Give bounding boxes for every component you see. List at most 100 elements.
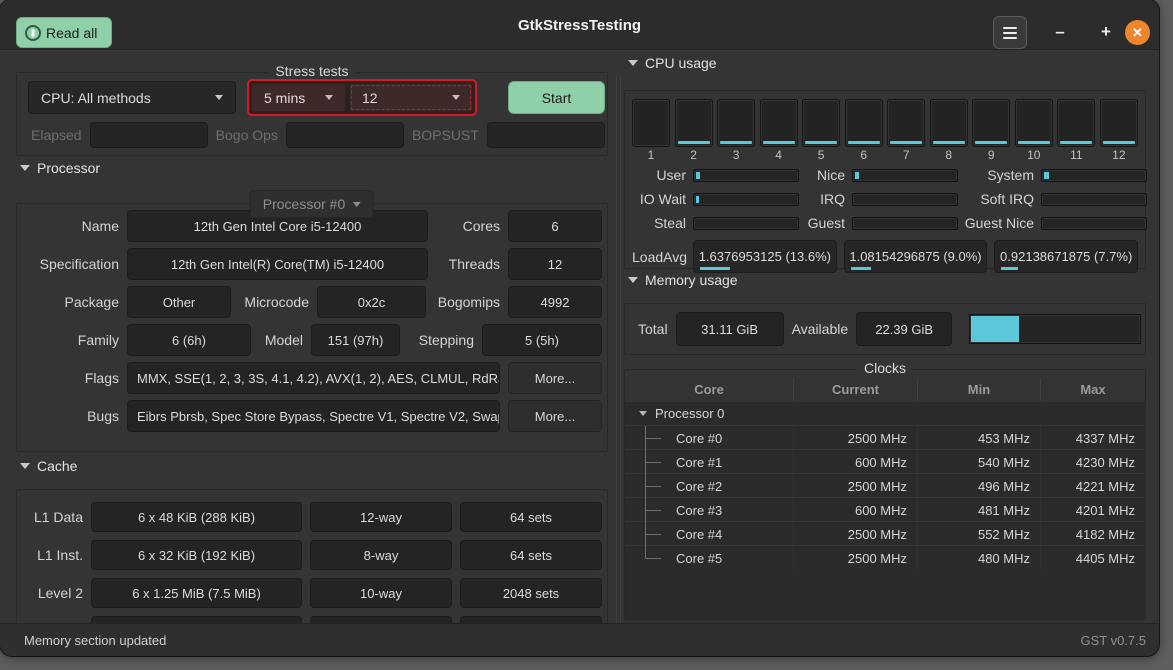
cpu-stat-label: Guest Nice (958, 215, 1041, 231)
clock-row: Core #3600 MHz481 MHz4201 MHz (625, 497, 1145, 521)
core-number: 2 (690, 148, 697, 162)
flags-more-button[interactable]: More... (508, 362, 602, 394)
cache-expander[interactable]: Cache (20, 458, 77, 474)
core-meter: 2 (675, 99, 713, 162)
cache-assoc-field (310, 616, 452, 623)
elapsed-field[interactable] (90, 122, 208, 148)
clock-core-cell: Core #3 (625, 498, 794, 522)
clock-current-value: 600 MHz (794, 450, 918, 474)
flags-field: MMX, SSE(1, 2, 3, 3S, 4.1, 4.2), AVX(1, … (127, 362, 500, 394)
core-meter: 6 (845, 99, 883, 162)
core-load-meter (845, 99, 883, 147)
core-meter: 5 (802, 99, 840, 162)
cache-header: Cache (37, 458, 77, 474)
status-message: Memory section updated (24, 633, 166, 648)
loadavg-value: 0.92138671875 (7.7%) (994, 240, 1138, 273)
loadavg-row: LoadAvg 1.6376953125 (13.6%)1.0815429687… (632, 240, 1138, 273)
core-load-meter (675, 99, 713, 147)
clock-current-value: 600 MHz (794, 498, 918, 522)
chevron-down-icon (452, 95, 460, 100)
cache-assoc-field: 8-way (310, 540, 452, 570)
cache-size-field: 6 x 32 KiB (192 KiB) (91, 540, 302, 570)
memory-usage-header: Memory usage (645, 272, 738, 288)
left-scrollbar[interactable] (616, 76, 621, 623)
stress-method-dropdown[interactable]: CPU: All methods (28, 81, 236, 114)
processor-expander[interactable]: Processor (20, 160, 100, 176)
clocks-frame: Clocks Core Current Min Max Processor 0 … (624, 369, 1146, 620)
maximize-button[interactable]: + (1090, 16, 1122, 48)
core-load-meter (1057, 99, 1095, 147)
close-button[interactable]: ✕ (1125, 20, 1150, 45)
window-title: GtkStressTesting (0, 0, 1159, 50)
cpu-stat-label: Guest (799, 215, 852, 231)
bogo-ops-label: Bogo Ops (216, 127, 278, 143)
clocks-col-current: Current (794, 378, 918, 401)
duration-dropdown[interactable]: 5 mins (251, 83, 346, 112)
core-meter: 9 (972, 99, 1010, 162)
cores-label: Cores (436, 218, 500, 234)
cache-sets-field (460, 616, 602, 623)
core-meter: 7 (887, 99, 925, 162)
hamburger-menu-button[interactable] (993, 16, 1027, 49)
clocks-title: Clocks (857, 360, 913, 376)
clock-core-name: Core #2 (669, 479, 722, 494)
cpu-stat-bar (693, 169, 799, 182)
bugs-more-button[interactable]: More... (508, 400, 602, 432)
tree-branch-icon (645, 426, 669, 450)
cpu-usage-expander[interactable]: CPU usage (628, 55, 717, 71)
memory-usage-expander[interactable]: Memory usage (628, 272, 738, 288)
clock-row: Core #02500 MHz453 MHz4337 MHz (625, 425, 1145, 449)
clock-core-name: Core #5 (669, 551, 722, 566)
cpu-stat-label: Soft IRQ (958, 191, 1041, 207)
workers-dropdown[interactable]: 12 (349, 83, 473, 112)
loadavg-label: LoadAvg (632, 249, 693, 265)
cache-row-label: L1 Inst. (29, 547, 83, 563)
bugs-field: Eibrs Pbrsb, Spec Store Bypass, Spectre … (127, 400, 500, 432)
clock-current-value: 2500 MHz (794, 546, 918, 570)
cpu-stat-label: System (958, 167, 1041, 183)
app-version: GST v0.7.5 (1080, 633, 1146, 648)
core-number: 1 (648, 148, 655, 162)
bugs-label: Bugs (30, 408, 119, 424)
expander-triangle-icon (20, 165, 30, 171)
threads-field: 12 (508, 248, 602, 280)
app-window: Read all GtkStressTesting – + ✕ Stress t… (0, 0, 1159, 656)
core-number: 5 (818, 148, 825, 162)
package-label: Package (30, 294, 119, 310)
cache-row-label: L1 Data (29, 509, 83, 525)
elapsed-label: Elapsed (31, 127, 82, 143)
stress-controls-row: CPU: All methods 5 mins 12 Start (28, 81, 605, 114)
core-load-fill (1060, 141, 1092, 144)
core-number: 10 (1027, 148, 1040, 162)
memory-total-label: Total (638, 321, 668, 337)
minimize-button[interactable]: – (1044, 16, 1076, 48)
expander-triangle-icon (628, 60, 638, 66)
cache-sets-field: 64 sets (460, 540, 602, 570)
clock-current-value: 2500 MHz (794, 522, 918, 546)
loadavg-fill (851, 267, 871, 270)
titlebar: Read all GtkStressTesting – + ✕ (0, 0, 1159, 50)
core-load-fill (890, 141, 922, 144)
processor-frame: Processor #0 Name 12th Gen Intel Core i5… (16, 203, 608, 452)
stepping-field: 5 (5h) (482, 324, 602, 356)
clock-max-value: 4182 MHz (1041, 522, 1145, 546)
bogo-ops-field[interactable] (286, 122, 404, 148)
hamburger-icon (1003, 27, 1017, 29)
start-button[interactable]: Start (508, 81, 605, 114)
bopsust-field[interactable] (487, 122, 605, 148)
memory-usage-bar (969, 314, 1141, 344)
read-all-button[interactable]: Read all (16, 17, 112, 48)
processor-selector-dropdown[interactable]: Processor #0 (250, 190, 374, 218)
memory-usage-frame: Total 31.11 GiB Available 22.39 GiB (624, 303, 1146, 355)
core-load-fill (975, 141, 1007, 144)
clocks-group-row[interactable]: Processor 0 (625, 401, 1145, 425)
cpu-stat-label: User (632, 167, 693, 183)
cpu-usage-frame: 123456789101112 UserNiceSystemIO WaitIRQ… (624, 90, 1146, 269)
processor-row: Flags MMX, SSE(1, 2, 3, 3S, 4.1, 4.2), A… (30, 362, 602, 394)
cpu-stat-bar (1041, 169, 1147, 182)
cache-sets-field: 2048 sets (460, 578, 602, 608)
microcode-field: 0x2c (317, 286, 426, 318)
loadavg-fill (1001, 267, 1018, 270)
clock-max-value: 4230 MHz (1041, 450, 1145, 474)
cpu-stat-fill (855, 172, 859, 179)
